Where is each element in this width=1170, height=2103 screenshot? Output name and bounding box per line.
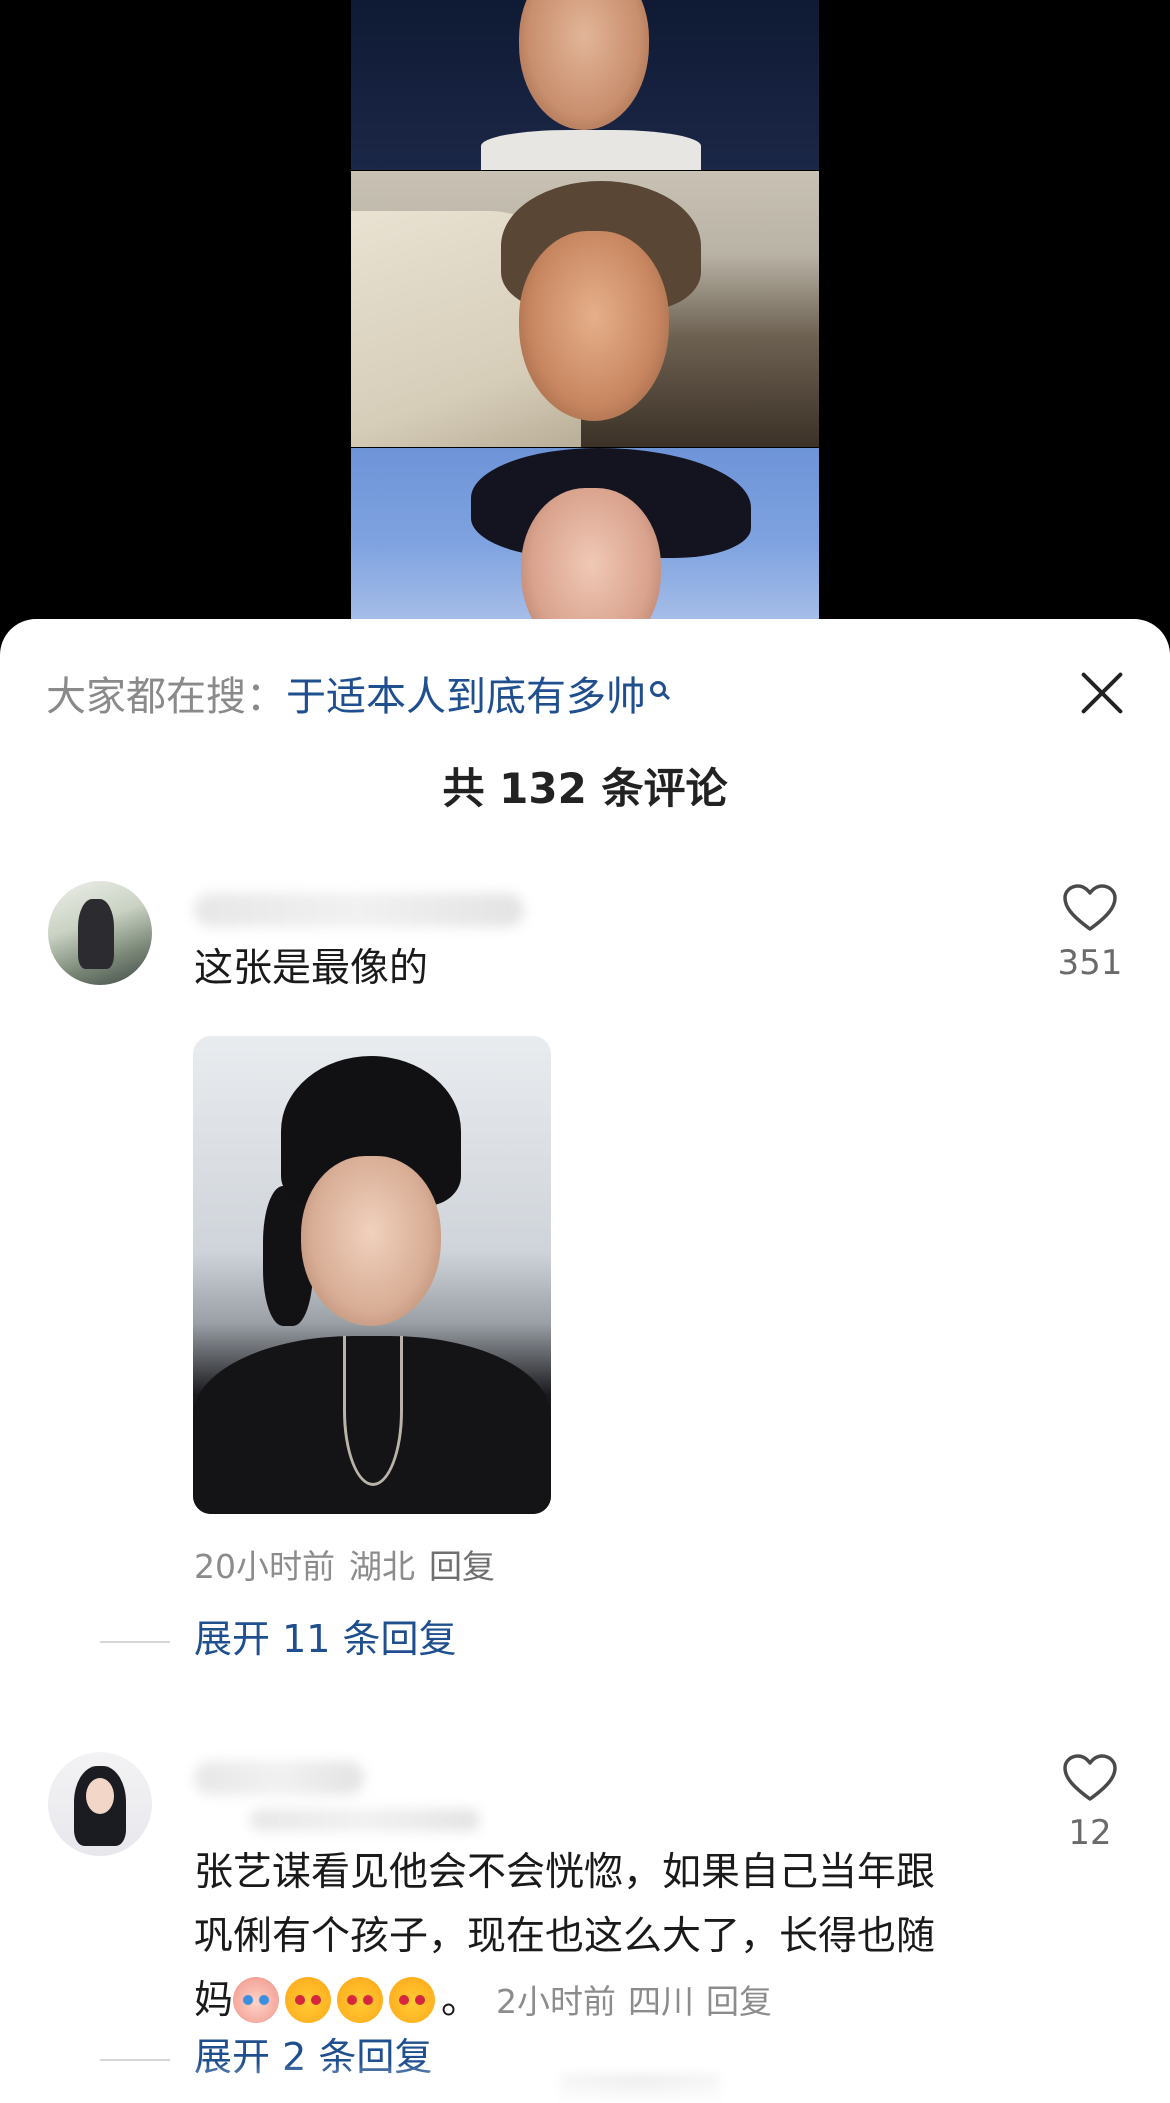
reply-button[interactable]: 回复	[429, 1547, 495, 1586]
film-still-man-middle	[351, 171, 819, 447]
comment-time: 2小时前	[496, 1982, 617, 2021]
comment-location: 湖北	[349, 1547, 415, 1586]
comment-text-line: 张艺谋看见他会不会恍惚，如果自己当年跟	[194, 1850, 936, 1895]
trending-search[interactable]: 大家都在搜：于适本人到底有多帅	[46, 671, 666, 723]
face-shape	[301, 1156, 441, 1326]
like-button[interactable]: 12	[1050, 1753, 1130, 1853]
mango-emoji-icon	[285, 1977, 332, 2023]
comment-text-fragment: 妈	[194, 1978, 234, 2023]
search-icon	[650, 681, 666, 697]
face-shape	[519, 231, 669, 421]
comment-meta: 2小时前 四川 回复	[496, 1982, 784, 2021]
film-still-woman-bottom	[351, 448, 819, 640]
avatar[interactable]	[48, 881, 152, 985]
comment-count-title: 共 132 条评论	[442, 764, 728, 813]
comment-text-line-last: 妈 。 2小时前 四川 回复	[194, 1969, 784, 2034]
trending-search-prefix: 大家都在搜：	[46, 674, 286, 720]
mango-emoji-icon	[389, 1977, 436, 2023]
divider	[100, 1640, 170, 1643]
necklace-shape	[343, 1336, 403, 1486]
collar-shape	[481, 130, 701, 170]
crying-emoji-icon	[233, 1977, 280, 2023]
comment-meta: 20小时前 湖北 回复	[194, 1545, 509, 1589]
comment-image[interactable]	[193, 1036, 551, 1514]
expand-replies[interactable]: 展开 11 条回复	[100, 1614, 457, 1664]
comment-time: 20小时前	[194, 1547, 335, 1586]
trending-search-query[interactable]: 于适本人到底有多帅	[286, 674, 646, 720]
username-blurred	[194, 893, 524, 927]
heart-icon	[1063, 884, 1117, 931]
face-shape	[519, 0, 649, 130]
comment-sheet: 大家都在搜：于适本人到底有多帅 共 132 条评论 这张是最像的 351 20小…	[0, 619, 1170, 2103]
expand-replies-label: 展开 11 条回复	[194, 1617, 457, 1661]
divider	[100, 2058, 170, 2061]
comment-text-line: 巩俐有个孩子，现在也这么大了，长得也随	[194, 1914, 936, 1959]
like-button[interactable]: 351	[1050, 883, 1130, 983]
close-icon[interactable]	[1078, 669, 1126, 717]
username-badge-blurred	[250, 1809, 480, 1831]
bottom-fade	[0, 2063, 1170, 2103]
face-shape	[521, 488, 661, 640]
comment-location: 四川	[628, 1982, 695, 2021]
heart-icon	[1063, 1754, 1117, 1801]
film-still-woman-top	[351, 0, 819, 170]
avatar[interactable]	[48, 1752, 152, 1856]
like-count: 351	[1057, 943, 1123, 983]
comment-text-end: 。	[441, 1978, 481, 2023]
video-preview[interactable]	[0, 0, 1170, 640]
comment-text: 这张是最像的	[194, 946, 429, 991]
reply-button[interactable]: 回复	[706, 1982, 772, 2021]
username-blurred	[194, 1761, 364, 1795]
mango-emoji-icon	[337, 1977, 384, 2023]
like-count: 12	[1068, 1813, 1112, 1853]
